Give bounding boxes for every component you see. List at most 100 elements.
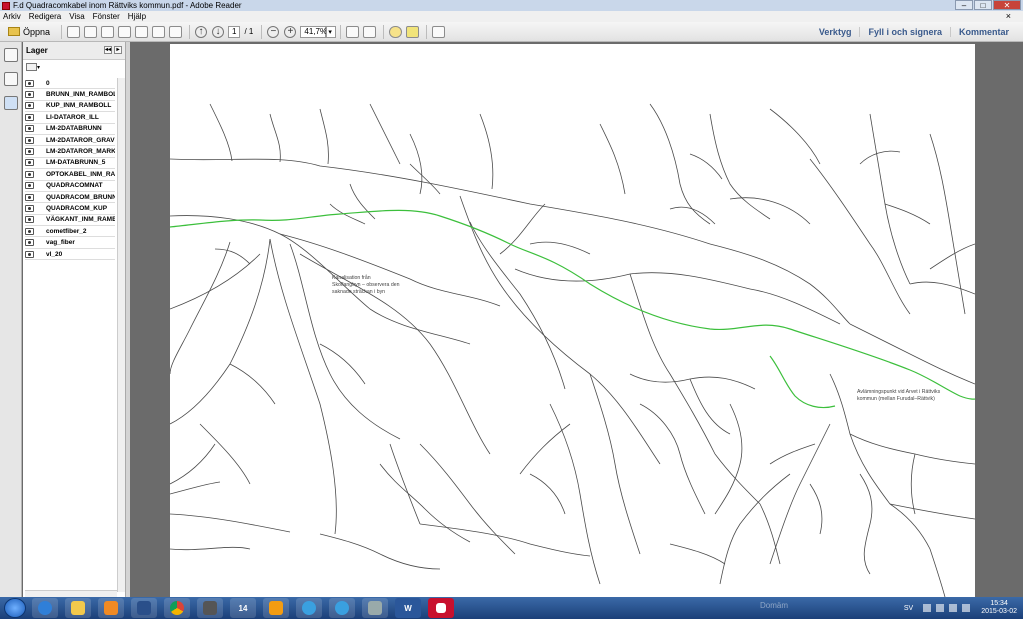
attachment-icon[interactable] (4, 72, 18, 86)
taskbar-network[interactable] (362, 598, 388, 618)
eye-icon[interactable] (25, 239, 34, 247)
layer-row[interactable]: QUADRACOMNAT (25, 181, 115, 192)
menu-fonster[interactable]: Fönster (93, 12, 120, 21)
battery-icon[interactable] (949, 604, 958, 612)
layer-row[interactable]: LM-2DATAROR_MARK (25, 146, 115, 158)
layer-row[interactable]: vag_fiber (25, 237, 115, 249)
menu-redigera[interactable]: Redigera (29, 12, 61, 21)
menu-visa[interactable]: Visa (69, 12, 84, 21)
collapse-panel-icon[interactable]: ◂◂ (104, 46, 112, 54)
annotation-left-line: Kanalisation från (332, 275, 371, 281)
language-indicator[interactable]: SV (904, 605, 913, 612)
taskbar-explorer[interactable] (65, 598, 91, 618)
eye-icon[interactable] (25, 148, 34, 156)
taskbar-calendar[interactable]: 14 (230, 598, 256, 618)
eye-icon[interactable] (25, 250, 34, 258)
taskbar-ie-2[interactable] (296, 598, 322, 618)
fill-sign-tab[interactable]: Fyll i och signera (859, 27, 950, 37)
pages-icon[interactable] (4, 48, 18, 62)
menu-hjalp[interactable]: Hjälp (128, 12, 146, 21)
volume-icon[interactable] (962, 604, 971, 612)
maximize-button[interactable]: □ (974, 0, 992, 10)
taskbar-adobe-reader[interactable] (428, 598, 454, 618)
layer-row[interactable]: BRUNN_INM_RAMBOL (25, 89, 115, 101)
windows-taskbar: 14 W Domäm SV 15:34 2015-03-02 (0, 597, 1023, 619)
eye-icon[interactable] (25, 79, 34, 87)
taskbar-ie[interactable] (32, 598, 58, 618)
eye-icon[interactable] (25, 113, 34, 121)
layers-options[interactable]: ▾ (23, 60, 125, 74)
taskbar-chrome[interactable] (164, 598, 190, 618)
create-pdf-button[interactable] (66, 25, 80, 39)
print-button[interactable] (151, 25, 165, 39)
eye-icon[interactable] (25, 159, 34, 167)
expand-panel-icon[interactable]: ▸ (114, 46, 122, 54)
edit-button[interactable] (100, 25, 114, 39)
highlight-button[interactable] (405, 25, 419, 39)
layer-row[interactable]: LM-2DATABRUNN (25, 124, 115, 135)
layer-row[interactable]: LI-DATAROR_ILL (25, 112, 115, 124)
layer-row[interactable]: VÄGKANT_INM_RAMB (25, 215, 115, 227)
zoom-in-button[interactable]: + (283, 25, 297, 39)
close-document-icon[interactable]: × (1006, 11, 1011, 21)
taskbar-autocad[interactable] (197, 598, 223, 618)
eye-icon[interactable] (25, 204, 34, 212)
full-screen-button[interactable] (431, 25, 445, 39)
open-button[interactable]: Öppna (4, 25, 54, 39)
cloud-button[interactable] (117, 25, 131, 39)
eye-icon[interactable] (25, 91, 34, 99)
taskbar-ie-3[interactable] (329, 598, 355, 618)
layers-horizontal-scrollbar[interactable] (25, 590, 117, 597)
layer-row[interactable]: QUADRACOM_KUP (25, 203, 115, 215)
eye-icon[interactable] (25, 136, 34, 144)
comment-button[interactable] (388, 25, 402, 39)
tools-tab[interactable]: Verktyg (811, 27, 860, 37)
chrome-icon (170, 601, 184, 615)
eye-icon[interactable] (25, 227, 34, 235)
taskbar-app[interactable] (131, 598, 157, 618)
taskbar-media-player[interactable] (98, 598, 124, 618)
layer-row[interactable]: OPTOKABEL_INM_RAM (25, 169, 115, 181)
network-tray-icon[interactable] (936, 604, 945, 612)
start-button[interactable] (4, 598, 26, 618)
layers-panel-header: Lager ◂◂ ▸ (23, 42, 125, 60)
save-button[interactable] (134, 25, 148, 39)
layer-row[interactable]: QUADRACOM_BRUNN (25, 192, 115, 204)
layer-row[interactable]: KUP_INM_RAMBOLL (25, 101, 115, 113)
layer-row[interactable]: LM-2DATAROR_GRAV (25, 135, 115, 147)
layers-vertical-scrollbar[interactable] (117, 78, 125, 592)
zoom-out-button[interactable]: − (266, 25, 280, 39)
eye-icon[interactable] (25, 182, 34, 190)
menu-arkiv[interactable]: Arkiv (3, 12, 21, 21)
minimize-button[interactable]: – (955, 0, 973, 10)
eye-icon[interactable] (25, 216, 34, 224)
fit-page-button[interactable] (362, 25, 376, 39)
flag-icon[interactable] (923, 604, 932, 612)
layer-row[interactable]: cometfiber_2 (25, 226, 115, 238)
layer-row[interactable]: 0 (25, 78, 115, 90)
zoom-input[interactable]: 41,7% (300, 25, 327, 38)
next-page-button[interactable]: ↓ (211, 25, 225, 39)
close-window-button[interactable]: ✕ (993, 0, 1021, 10)
taskbar-word[interactable]: W (395, 598, 421, 618)
comment-tab[interactable]: Kommentar (949, 27, 1017, 37)
combine-button[interactable] (83, 25, 97, 39)
open-label: Öppna (23, 26, 51, 37)
fit-width-button[interactable] (345, 25, 359, 39)
eye-icon[interactable] (25, 193, 34, 201)
eye-icon[interactable] (25, 102, 34, 110)
email-button[interactable] (168, 25, 182, 39)
edit-icon (100, 25, 114, 38)
layers-panel: Lager ◂◂ ▸ ▾ 0 BRUNN_INM_RAMBOL KUP_INM_RA… (23, 42, 126, 597)
clock[interactable]: 15:34 2015-03-02 (981, 600, 1017, 616)
eye-icon[interactable] (25, 125, 34, 133)
layer-row[interactable]: LM-DATABRUNN_5 (25, 158, 115, 170)
taskbar-outlook[interactable] (263, 598, 289, 618)
zoom-dropdown[interactable]: ▾ (326, 25, 337, 38)
layers-icon[interactable] (4, 96, 18, 110)
save-icon (134, 25, 148, 38)
page-number-input[interactable]: 1 (228, 25, 241, 38)
layer-row[interactable]: vl_20 (25, 249, 115, 261)
eye-icon[interactable] (25, 170, 34, 178)
prev-page-button[interactable]: ↑ (194, 25, 208, 39)
